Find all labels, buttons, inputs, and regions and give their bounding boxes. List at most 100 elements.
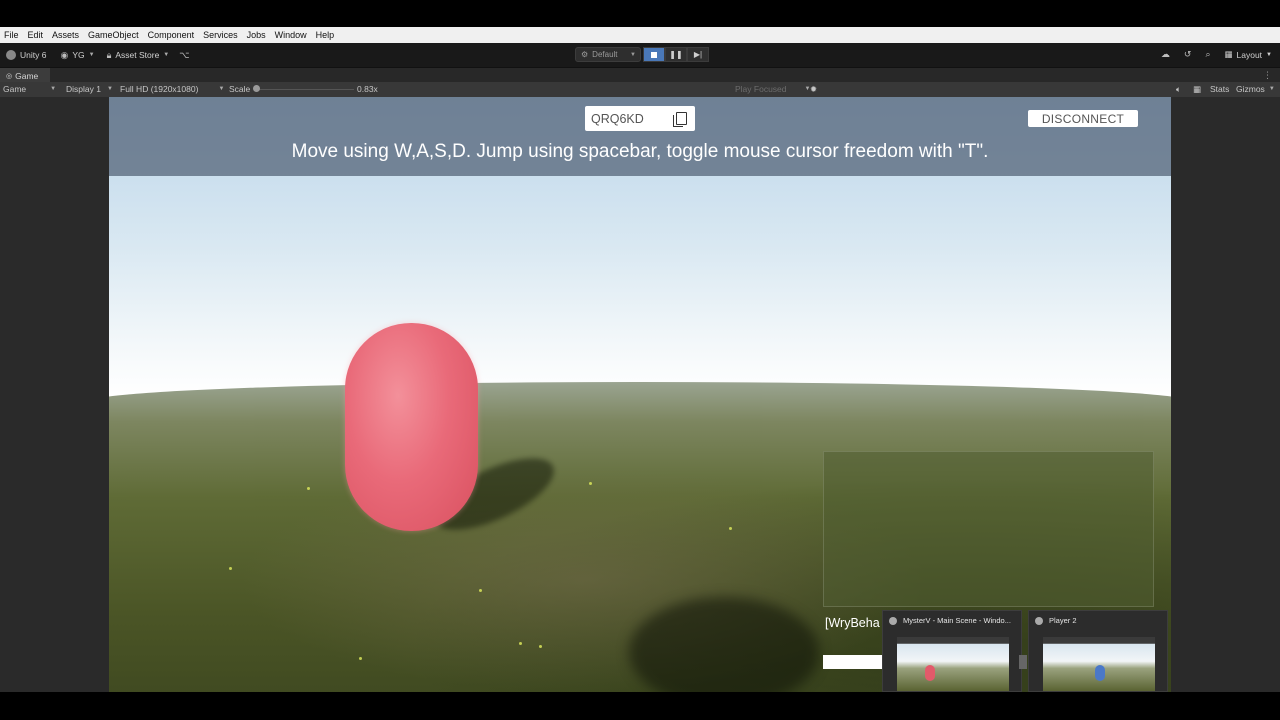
tab-game[interactable]: ◎ Game <box>0 68 50 83</box>
store-icon: 🔒︎ <box>106 49 112 60</box>
play-focused-label: Play Focused <box>735 84 787 94</box>
stats-button[interactable]: Stats <box>1210 84 1229 94</box>
disconnect-button[interactable]: DISCONNECT <box>1028 110 1138 127</box>
menu-bar: File Edit Assets GameObject Component Se… <box>0 27 1280 43</box>
scale-slider-handle[interactable] <box>253 85 260 92</box>
gamepad-icon: ◎ <box>6 72 13 80</box>
search-icon[interactable]: ⌕ <box>1205 49 1210 60</box>
menu-window[interactable]: Window <box>275 30 307 40</box>
window-preview-main[interactable]: MysterV - Main Scene - Windo... <box>882 610 1022 692</box>
play-stop-button[interactable] <box>643 47 665 62</box>
top-letterbox <box>0 0 1280 27</box>
history-icon[interactable]: ↺ <box>1184 49 1192 60</box>
grass-flower <box>519 642 522 645</box>
menu-help[interactable]: Help <box>316 30 335 40</box>
step-button[interactable]: ▶| <box>687 47 709 62</box>
view-type-dropdown[interactable]: Game ▼ <box>3 84 56 94</box>
resolution-label: Full HD (1920x1080) <box>120 84 199 94</box>
layout-dropdown[interactable]: ▦ Layout ▼ <box>1224 49 1272 60</box>
view-type-label: Game <box>3 84 27 94</box>
chat-input[interactable] <box>823 655 883 669</box>
chevron-down-icon: ▼ <box>106 86 113 92</box>
window-preview-title: Player 2 <box>1049 616 1077 625</box>
bottom-letterbox <box>0 692 1280 720</box>
unity-app-icon <box>1035 616 1043 625</box>
chevron-down-icon: ▼ <box>630 51 636 58</box>
version-control-icon: ⌥ <box>179 49 190 60</box>
menu-assets[interactable]: Assets <box>52 30 79 40</box>
pause-icon: ❚❚ <box>669 50 683 59</box>
preview-scrollbar[interactable] <box>1019 655 1027 669</box>
grass-flower <box>589 482 592 485</box>
unity-version-label: Unity 6 <box>20 50 47 60</box>
debug-bug-icon[interactable]: ✹ <box>810 84 817 95</box>
unity-logo-icon <box>6 50 16 60</box>
account-icon: ◉ <box>60 49 69 60</box>
session-code: QRQ6KD <box>591 111 644 126</box>
game-view-toolbar: Game ▼ Display 1 ▼ Full HD (1920x1080) ▼… <box>0 82 1280 97</box>
chevron-down-icon: ▼ <box>1266 51 1272 58</box>
gizmos-dropdown[interactable]: Gizmos ▼ <box>1236 84 1275 94</box>
left-padding <box>0 97 109 692</box>
grass-flower <box>307 487 310 490</box>
account-label: YG <box>72 50 85 60</box>
grass-flower <box>539 645 542 648</box>
gizmos-label: Gizmos <box>1236 84 1265 94</box>
scale-value: 0.83x <box>357 84 378 94</box>
audio-icon[interactable]: 🔈︎ <box>1176 84 1181 95</box>
asset-store-label: Asset Store <box>115 50 160 60</box>
scale-label: Scale <box>229 84 251 94</box>
layout-icon: ▦ <box>1224 49 1233 59</box>
window-thumbnail <box>1043 637 1155 691</box>
toolbar-right: ☁ ↺ ⌕ ▦ Layout ▼ <box>1147 47 1272 62</box>
account-dropdown[interactable]: ◉ YG ▼ <box>60 50 94 61</box>
window-preview-title: MysterV - Main Scene - Windo... <box>903 616 1011 625</box>
grass-flower <box>229 567 232 570</box>
chevron-down-icon: ▼ <box>1268 86 1275 92</box>
build-profile-dropdown[interactable]: ⚙ Default ▼ <box>575 47 641 62</box>
grass-flower <box>729 527 732 530</box>
grass-flower <box>479 589 482 592</box>
display-label: Display 1 <box>66 84 101 94</box>
play-focused-dropdown[interactable]: Play Focused ▼ <box>735 84 810 94</box>
session-code-box[interactable]: QRQ6KD <box>585 106 695 131</box>
tab-menu-icon[interactable]: ⋮ <box>1263 70 1272 81</box>
step-icon: ▶| <box>693 50 703 59</box>
remote-player-capsule <box>345 323 478 531</box>
play-controls: ⚙ Default ▼ ❚❚ ▶| <box>575 47 709 62</box>
cloud-icon[interactable]: ☁ <box>1161 49 1170 60</box>
chevron-down-icon: ▼ <box>163 52 170 58</box>
window-preview-player2[interactable]: Player 2 <box>1028 610 1168 692</box>
chevron-down-icon: ▼ <box>218 86 225 92</box>
tab-game-label: Game <box>15 70 39 81</box>
menu-edit[interactable]: Edit <box>28 30 44 40</box>
menu-jobs[interactable]: Jobs <box>247 30 266 40</box>
pause-button[interactable]: ❚❚ <box>665 47 687 62</box>
profile-label: Default <box>592 50 618 59</box>
asset-store-dropdown[interactable]: 🔒︎ Asset Store ▼ <box>107 50 170 61</box>
scale-slider-track[interactable] <box>256 89 354 90</box>
thumbnail-capsule <box>1095 665 1105 681</box>
instructions-text: Move using W,A,S,D. Jump using spacebar,… <box>291 141 989 162</box>
profile-icon: ⚙ <box>581 50 589 59</box>
copy-icon[interactable] <box>673 112 687 127</box>
menu-gameobject[interactable]: GameObject <box>88 30 139 40</box>
minimap-panel <box>823 451 1154 607</box>
resolution-dropdown[interactable]: Full HD (1920x1080) ▼ <box>120 84 224 94</box>
unity-version-button[interactable]: Unity 6 <box>6 50 46 60</box>
right-padding <box>1171 97 1280 692</box>
unity-app-icon <box>889 616 897 625</box>
version-control-button[interactable]: ⌥ <box>179 50 193 61</box>
thumbnail-capsule <box>925 665 935 681</box>
menu-component[interactable]: Component <box>148 30 195 40</box>
player-name-label: [WryBeha <box>825 616 880 630</box>
stop-icon <box>651 51 657 58</box>
grass-flower <box>359 657 362 660</box>
chevron-down-icon: ▼ <box>50 86 57 92</box>
chevron-down-icon: ▼ <box>88 52 95 58</box>
game-viewport[interactable]: [WryBeha QRQ6KD DISCONNECT Move using W,… <box>109 97 1171 692</box>
stats-grid-icon[interactable]: ▦ <box>1193 84 1201 95</box>
menu-file[interactable]: File <box>4 30 19 40</box>
display-dropdown[interactable]: Display 1 ▼ <box>66 84 113 94</box>
menu-services[interactable]: Services <box>203 30 238 40</box>
